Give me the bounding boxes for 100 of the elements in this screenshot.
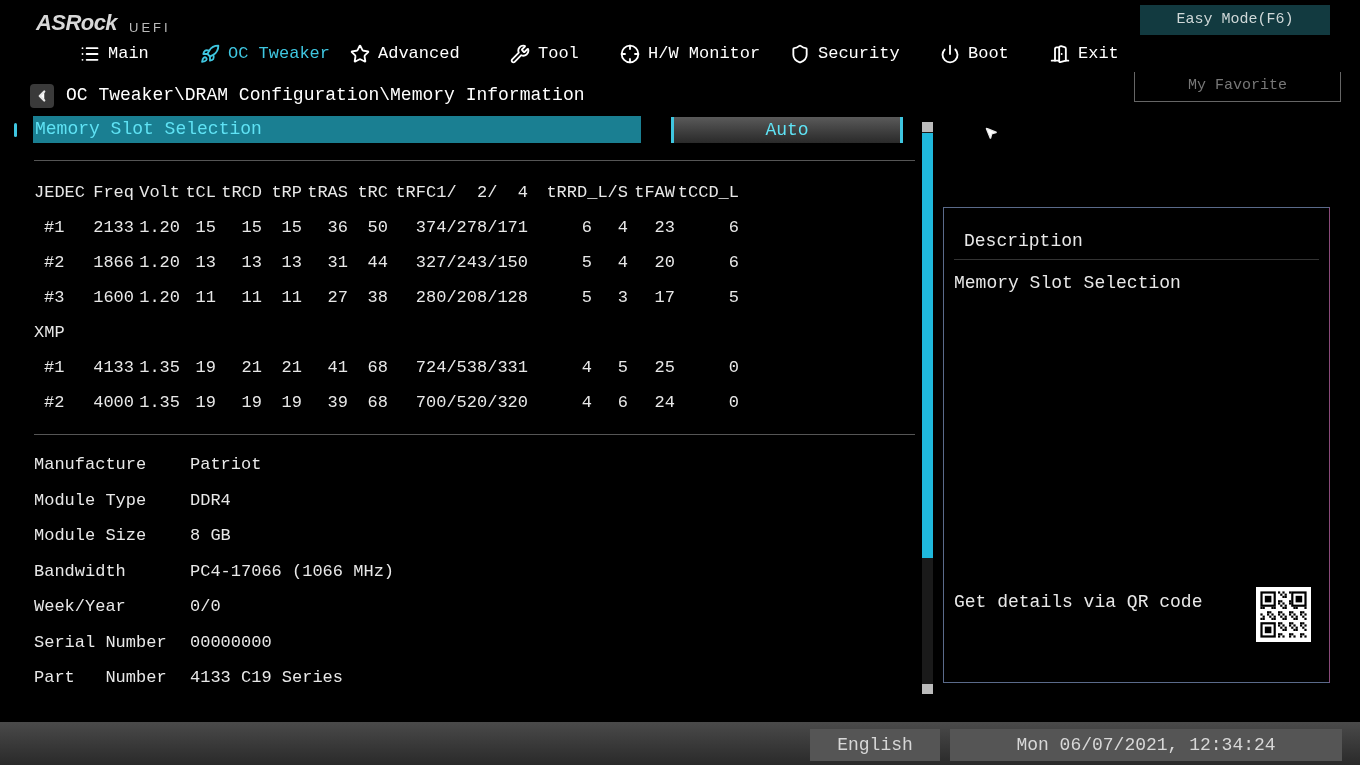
info-value: DDR4 xyxy=(190,489,231,512)
column-header: Volt xyxy=(138,181,180,204)
info-label: Week/Year xyxy=(34,596,127,618)
setting-value-dropdown[interactable]: Auto xyxy=(671,116,903,143)
table-cell-text: 1.20 xyxy=(138,251,180,274)
table-cell-text: 4 xyxy=(616,216,628,239)
nav-tab[interactable]: Tool xyxy=(510,40,620,68)
column-header: tRRD_L/S xyxy=(545,181,628,204)
table-cell-text: 1.35 xyxy=(138,356,180,379)
table-cell-text: #3 xyxy=(43,286,66,309)
info-value: 8 GB xyxy=(190,525,231,547)
wrench-icon xyxy=(510,44,530,64)
table-cell-text: 4 xyxy=(580,391,592,414)
table-cell-text: 25 xyxy=(653,356,675,379)
table-cell-text: 6 xyxy=(616,391,628,414)
qr-hint: Get details via QR code xyxy=(954,591,1203,614)
qr-code-icon xyxy=(1256,587,1311,642)
table-cell-text: #2 xyxy=(43,391,66,414)
column-header: tCCD_L xyxy=(676,181,739,204)
mouse-cursor-icon xyxy=(984,126,998,140)
nav-tab[interactable]: Security xyxy=(790,40,940,68)
table-cell-text: 1866 xyxy=(92,251,134,274)
info-label: Bandwidth xyxy=(34,560,127,583)
table-cell-text: 19 xyxy=(240,391,262,414)
my-favorite-button[interactable]: My Favorite xyxy=(1134,72,1341,102)
column-header: JEDEC xyxy=(34,181,86,204)
brand-logo: ASRock xyxy=(36,9,118,37)
description-text: Memory Slot Selection xyxy=(954,272,1182,295)
table-cell-text: 13 xyxy=(280,251,302,274)
table-cell-text: 15 xyxy=(280,216,302,239)
column-header: tRFC1/ 2/ 4 xyxy=(394,181,528,204)
easy-mode-button[interactable]: Easy Mode(F6) xyxy=(1140,5,1330,35)
table-cell-text: 5 xyxy=(727,286,739,309)
nav-tab[interactable]: Boot xyxy=(940,40,1050,68)
table-cell-text: 4 xyxy=(616,251,628,274)
table-cell-text: 5 xyxy=(580,286,592,309)
table-cell-text: 41 xyxy=(326,356,348,379)
table-cell-text: 21 xyxy=(240,356,262,379)
info-value: 0/0 xyxy=(190,596,221,618)
table-cell-text: 11 xyxy=(194,286,216,309)
info-value: 00000000 xyxy=(190,631,272,654)
table-cell-text: 0 xyxy=(727,391,739,414)
table-cell-text: 20 xyxy=(653,251,675,274)
power-icon xyxy=(940,44,960,64)
table-cell-text: 0 xyxy=(727,356,739,379)
table-cell-text: 1.20 xyxy=(138,286,180,309)
info-value: Patriot xyxy=(190,454,262,476)
info-value: 4133 C19 Series xyxy=(190,667,344,689)
table-cell-text: #1 xyxy=(43,356,66,379)
table-cell-text: 44 xyxy=(366,251,388,274)
table-cell-text: 5 xyxy=(616,356,628,379)
table-cell-text: 4 xyxy=(580,356,592,379)
breadcrumb: OC Tweaker\DRAM Configuration\Memory Information xyxy=(66,84,585,107)
back-button[interactable] xyxy=(30,83,54,108)
description-title: Description xyxy=(954,208,1319,260)
table-cell-text: #1 xyxy=(43,216,66,239)
table-cell-text: 27 xyxy=(326,286,348,309)
table-cell-text: 17 xyxy=(653,286,675,309)
table-cell-text: 13 xyxy=(240,251,262,274)
info-label: Manufacture xyxy=(34,454,148,476)
nav-tab[interactable]: Exit xyxy=(1050,40,1160,68)
nav-tab[interactable]: H/W Monitor xyxy=(620,40,790,68)
nav-tab[interactable]: OC Tweaker xyxy=(200,40,350,68)
table-cell-text: 1600 xyxy=(92,286,134,309)
table-cell-text: 68 xyxy=(366,391,388,414)
info-label: Part Number xyxy=(34,667,168,689)
logo-suffix: UEFI xyxy=(129,18,171,37)
table-cell-text: 1.35 xyxy=(138,391,180,414)
selection-marker xyxy=(14,122,17,137)
table-cell-text: 19 xyxy=(194,391,216,414)
crosshair-icon xyxy=(620,44,640,64)
nav-tab[interactable]: Main xyxy=(80,40,200,68)
column-header: tRP xyxy=(270,181,302,204)
table-cell-text: 15 xyxy=(194,216,216,239)
table-cell-text: 15 xyxy=(240,216,262,239)
table-cell-text: 6 xyxy=(727,251,739,274)
star-icon xyxy=(350,44,370,64)
table-cell-text: 5 xyxy=(580,251,592,274)
nav-tab[interactable]: Advanced xyxy=(350,40,510,68)
table-cell-text: 68 xyxy=(366,356,388,379)
table-cell-text: 38 xyxy=(366,286,388,309)
table-cell-text: 6 xyxy=(727,216,739,239)
table-cell-text: 724/538/331 xyxy=(414,356,528,379)
table-cell-text: 36 xyxy=(326,216,348,239)
column-header: Freq xyxy=(92,181,134,204)
table-cell-text: 50 xyxy=(366,216,388,239)
language-button[interactable]: English xyxy=(810,729,940,761)
date-time: Mon 06/07/2021, 12:34:24 xyxy=(950,729,1342,761)
table-cell-text: 6 xyxy=(580,216,592,239)
table-cell-text: 11 xyxy=(280,286,302,309)
table-cell-text: #2 xyxy=(43,251,66,274)
list-icon xyxy=(80,44,100,64)
table-cell-text: 374/278/171 xyxy=(414,216,528,239)
table-cell-text: 23 xyxy=(653,216,675,239)
table-cell-text: 2133 xyxy=(92,216,134,239)
table-cell-text: 21 xyxy=(280,356,302,379)
table-cell-text: 327/243/150 xyxy=(414,251,528,274)
table-cell-text: 24 xyxy=(653,391,675,414)
table-cell-text: 4000 xyxy=(92,391,134,414)
door-icon xyxy=(1050,44,1070,64)
